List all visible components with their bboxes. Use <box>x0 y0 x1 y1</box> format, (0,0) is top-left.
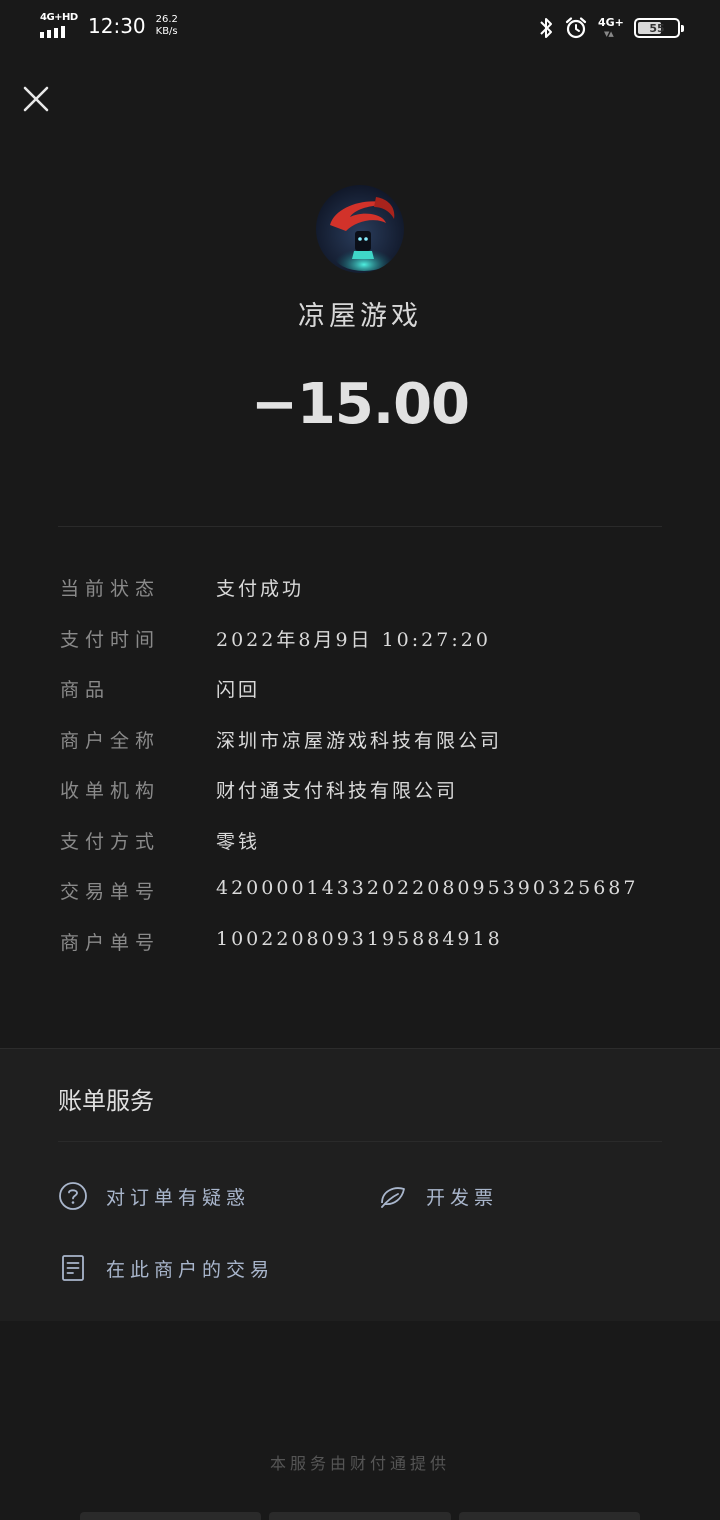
bill-detail-screen: 4G+HD 12:30 26.2 KB/s 4G+ ▼▲ 55 凉屋游戏 −15… <box>0 0 720 1520</box>
detail-row-merchant-order-id: 商户单号 10022080931958849​18 <box>60 920 680 971</box>
status-time: 12:30 <box>88 14 146 38</box>
detail-value: 财付通支付科技有限公司 <box>216 780 459 802</box>
status-right: 4G+ ▼▲ 55 <box>538 14 684 42</box>
detail-label: 商户单号 <box>60 931 161 954</box>
service-provider-note: 本服务由财付通提供 <box>269 1454 450 1473</box>
detail-value: 闪回 <box>216 679 261 701</box>
detail-row-status: 当前状态 支付成功 <box>60 566 680 617</box>
detail-label: 支付方式 <box>60 830 161 853</box>
merchant-transactions-button[interactable]: 在此商户的交易 <box>58 1253 274 1283</box>
network-type-right: 4G+ <box>598 16 624 29</box>
detail-label: 商户全称 <box>60 729 161 752</box>
merchant-transactions-label: 在此商户的交易 <box>106 1258 275 1281</box>
invoice-leaf-icon <box>381 1187 405 1208</box>
network-type-label: 4G+HD <box>40 12 78 23</box>
order-question-label: 对订单有疑惑 <box>106 1186 251 1209</box>
divider <box>58 1141 662 1142</box>
bill-services-card: 账单服务 对订单有疑惑 开发票 在此商户的交易 <box>0 1048 720 1321</box>
status-bar: 4G+HD 12:30 26.2 KB/s 4G+ ▼▲ 55 <box>0 0 720 56</box>
detail-value: 10022080931958849​18 <box>216 927 503 950</box>
detail-row-transaction-id: 交易单号 4200001433202208095390325687 <box>60 869 680 920</box>
detail-label: 支付时间 <box>60 628 161 651</box>
detail-row-payment-method: 支付方式 零钱 <box>60 819 680 870</box>
detail-value: 深圳市凉屋游戏科技有限公司 <box>216 729 503 752</box>
detail-row-product: 商品 闪回 <box>60 667 680 718</box>
bluetooth-icon <box>540 18 552 38</box>
bill-services-title: 账单服务 <box>58 1087 154 1115</box>
issue-invoice-button[interactable]: 开发票 <box>378 1181 498 1211</box>
detail-row-time: 支付时间 2022年8月9日 10:27:20 <box>60 617 680 668</box>
close-button[interactable] <box>20 83 52 115</box>
alarm-clock-icon <box>565 17 587 39</box>
document-list-icon <box>62 1255 84 1281</box>
detail-value: 4200001433202208095390325687 <box>216 877 639 899</box>
signal-bars-icon <box>40 24 65 38</box>
divider <box>58 526 662 527</box>
bottom-tab-edges <box>80 1512 640 1520</box>
close-icon <box>23 86 49 112</box>
detail-row-merchant-fullname: 商户全称 深圳市凉屋游戏科技有限公司 <box>60 718 680 769</box>
data-arrows-icon: ▼▲ <box>604 30 614 38</box>
detail-value: 2022年8月9日 10:27:20 <box>216 628 491 651</box>
network-speed-value: 26.2 <box>155 14 178 25</box>
merchant-avatar <box>316 185 404 273</box>
detail-label: 商品 <box>60 679 111 701</box>
battery-icon: 55 <box>634 18 684 38</box>
payment-amount: −15.00 <box>250 372 470 437</box>
detail-value: 支付成功 <box>216 578 305 600</box>
question-circle-icon <box>59 1182 87 1210</box>
order-question-button[interactable]: 对订单有疑惑 <box>58 1181 250 1211</box>
detail-label: 交易单号 <box>60 881 161 903</box>
transaction-details: 当前状态 支付成功 支付时间 2022年8月9日 10:27:20 商品 闪回 … <box>60 566 680 970</box>
detail-label: 收单机构 <box>60 780 161 802</box>
network-speed: 26.2 KB/s <box>156 14 178 38</box>
network-speed-unit: KB/s <box>155 26 178 37</box>
status-left: 4G+HD 12:30 26.2 KB/s <box>40 12 178 40</box>
signal-indicator: 4G+HD <box>40 12 80 40</box>
battery-level: 55 <box>649 21 665 35</box>
detail-label: 当前状态 <box>60 578 161 600</box>
merchant-name: 凉屋游戏 <box>298 301 422 332</box>
issue-invoice-label: 开发票 <box>426 1186 499 1209</box>
detail-row-acquirer: 收单机构 财付通支付科技有限公司 <box>60 768 680 819</box>
detail-value: 零钱 <box>216 830 261 853</box>
mobile-data-indicator: 4G+ ▼▲ <box>598 14 624 42</box>
